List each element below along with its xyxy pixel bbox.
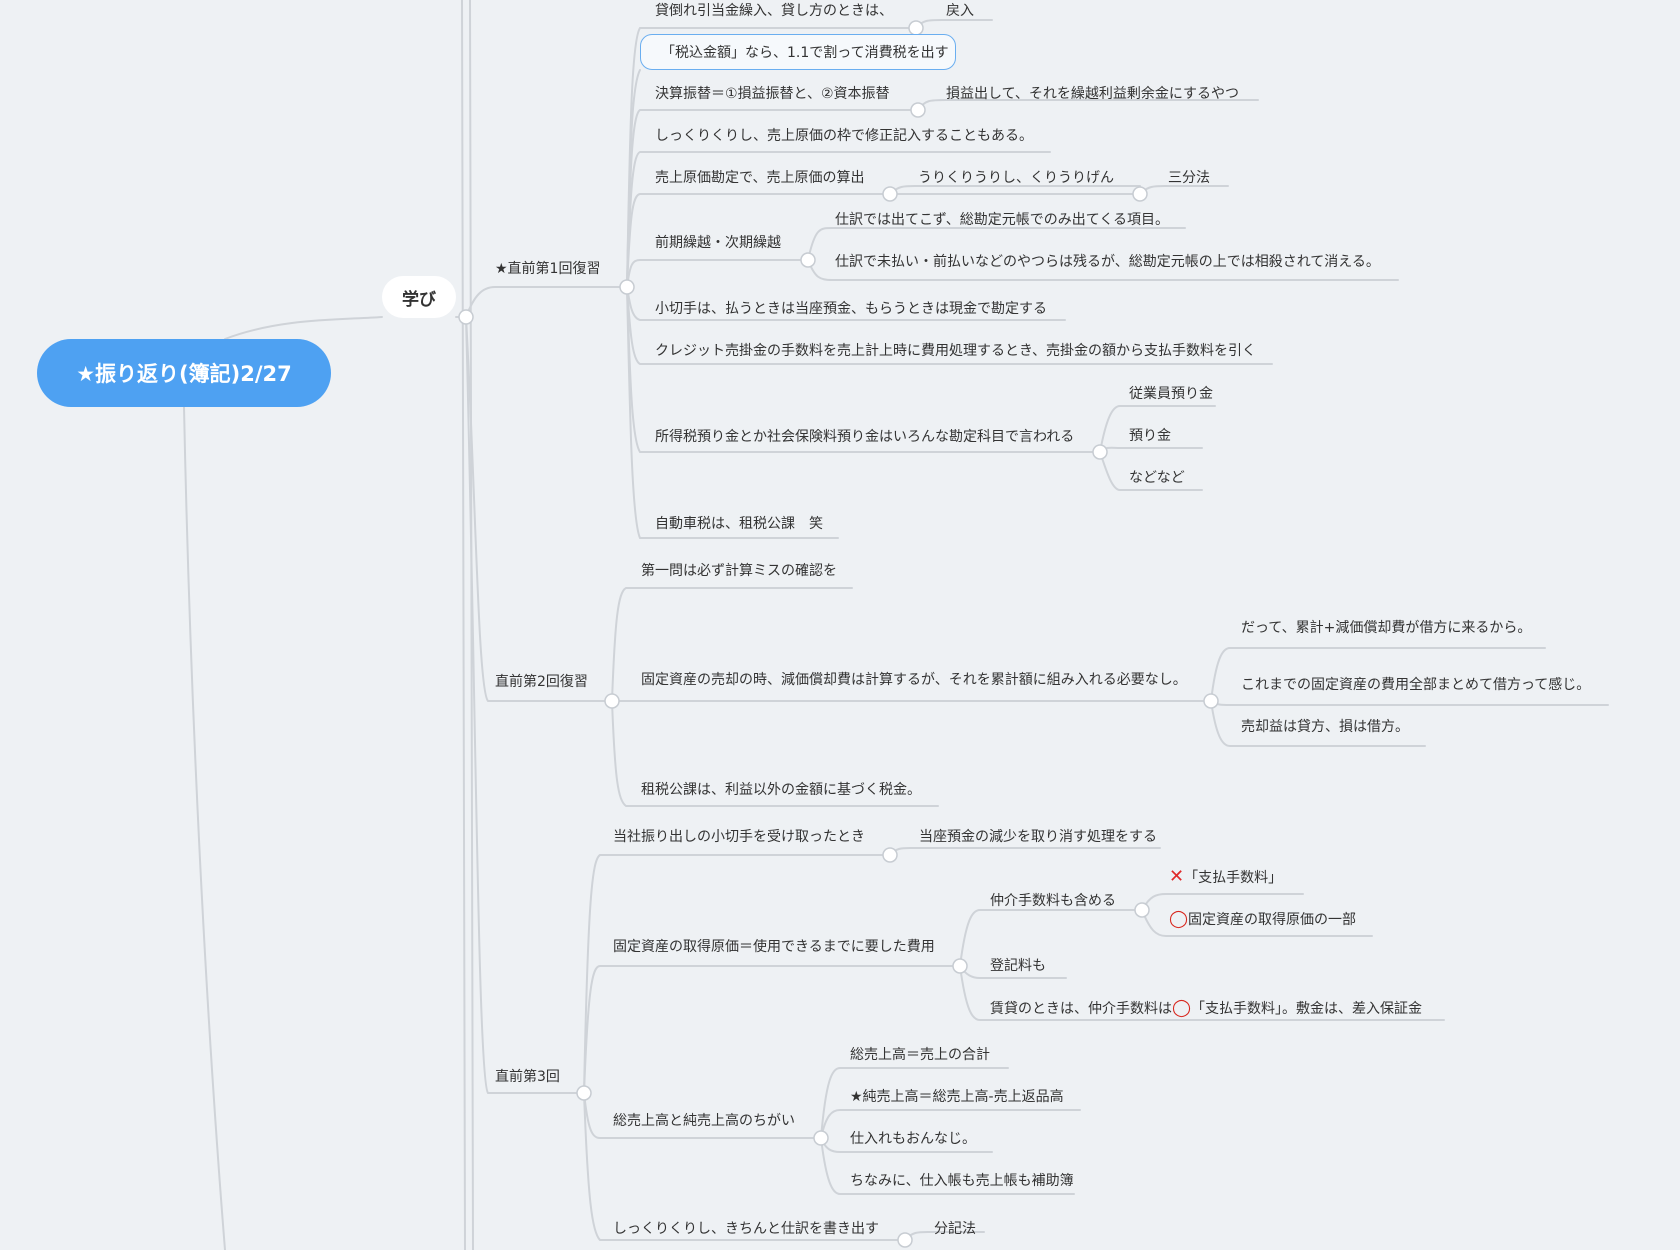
topic-kogitte[interactable]: 小切手は、払うときは当座預金、もらうときは現金で勘定する — [655, 300, 1047, 318]
topic-shiharai-o[interactable]: ◯固定資産の取得原価の一部 — [1169, 910, 1356, 929]
branch-2-topic[interactable]: 直前第2回復習 — [495, 673, 588, 691]
cross-mark-icon: ✕ — [1169, 866, 1185, 887]
root-topic[interactable]: ★振り返り(簿記)2/27 — [37, 339, 331, 407]
topic-kotei-shutoku[interactable]: 固定資産の取得原価＝使用できるまでに要した費用 — [613, 938, 935, 956]
topic-shiharai-x[interactable]: ✕「支払手数料」 — [1169, 868, 1282, 887]
topic-jidousha[interactable]: 自動車税は、租税公課 笑 — [655, 515, 823, 533]
topic-daiichimon[interactable]: 第一問は必ず計算ミスの確認を — [641, 562, 837, 580]
topic-tousha[interactable]: 当社振り出しの小切手を受け取ったとき — [613, 828, 865, 846]
topic-uriage-genka[interactable]: 売上原価勘定で、売上原価の算出 — [655, 169, 864, 187]
topic-shikkuri-1[interactable]: しっくりくりし、売上原価の枠で修正記入することもある。 — [655, 127, 1033, 145]
topic-nadonado[interactable]: などなど — [1129, 469, 1185, 487]
topic-sozei[interactable]: 租税公課は、利益以外の金額に基づく税金。 — [641, 781, 921, 799]
topic-datte[interactable]: だって、累計+減価償却費が借方に来るから。 — [1241, 619, 1531, 637]
topic-sou-jun[interactable]: 総売上高と純売上高のちがい — [613, 1112, 795, 1130]
topic-chintai-label-a: 賃貸のときは、仲介手数料は — [990, 1001, 1172, 1017]
topic-bunki[interactable]: 分記法 — [934, 1220, 976, 1238]
topic-chintai-label-b: 「支払手数料」。敷金は、差入保証金 — [1191, 1001, 1423, 1017]
topic-modoshi[interactable]: 戻入 — [946, 2, 974, 20]
topic-zenki-child-1[interactable]: 仕訳では出てこず、総勘定元帳でのみ出てくる項目。 — [835, 211, 1169, 229]
main-topic-label: 学び — [402, 289, 436, 310]
topic-shiharai-o-label: 固定資産の取得原価の一部 — [1188, 912, 1357, 928]
topic-azukari[interactable]: 預り金 — [1129, 427, 1171, 445]
topic-baikyakueki[interactable]: 売却益は貸方、損は借方。 — [1241, 718, 1409, 736]
topic-zeikomi-label: 「税込金額」なら、1.1で割って消費税を出す — [661, 45, 949, 61]
circle-mark-icon: ◯ — [1172, 998, 1192, 1018]
topic-urikuri[interactable]: うりくりうりし、くりうりげん — [918, 169, 1114, 187]
topic-credit[interactable]: クレジット売掛金の手数料を売上計上時に費用処理するとき、売掛金の額から支払手数料… — [655, 342, 1256, 360]
topic-zenki-child-2[interactable]: 仕訳で未払い・前払いなどのやつらは残るが、総勘定元帳の上では相殺されて消える。 — [835, 253, 1380, 271]
main-topic-manabi[interactable]: 学び — [382, 276, 456, 318]
topic-kessan-furikae[interactable]: 決算振替＝①損益振替と、②資本振替 — [655, 85, 890, 103]
circle-mark-icon: ◯ — [1169, 909, 1189, 929]
topic-chinamini[interactable]: ちなみに、仕入帳も売上帳も補助簿 — [850, 1172, 1074, 1190]
topic-chintai[interactable]: 賃貸のときは、仲介手数料は◯「支払手数料」。敷金は、差入保証金 — [990, 999, 1422, 1018]
topic-touza[interactable]: 当座預金の減少を取り消す処理をする — [919, 828, 1157, 846]
topic-kotei-baikyaku[interactable]: 固定資産の売却の時、減価償却費は計算するが、それを累計額に組み入れる必要なし。 — [641, 671, 1187, 689]
topic-zenki-kurikoshi[interactable]: 前期繰越・次期繰越 — [655, 234, 781, 252]
topic-koremade[interactable]: これまでの固定資産の費用全部まとめて借方って感じ。 — [1241, 676, 1590, 694]
branch-3-topic[interactable]: 直前第3回 — [495, 1068, 560, 1086]
branch-1-topic[interactable]: ★直前第1回復習 — [495, 260, 600, 278]
topic-shiharai-x-label: 「支払手数料」 — [1184, 870, 1283, 886]
topic-sanbun[interactable]: 三分法 — [1168, 169, 1210, 187]
topic-junuriage[interactable]: ★純売上高＝総売上高-売上返品高 — [850, 1088, 1064, 1106]
topic-kashidaore[interactable]: 貸倒れ引当金繰入、貸し方のときは、 — [655, 2, 893, 20]
topic-shikkuri-2[interactable]: しっくりくりし、きちんと仕訳を書き出す — [613, 1220, 879, 1238]
topic-souuriage[interactable]: 総売上高＝売上の合計 — [850, 1046, 990, 1064]
mindmap-canvas[interactable]: ★振り返り(簿記)2/27 学び ★直前第1回復習 直前第2回復習 直前第3回 … — [0, 0, 1680, 1250]
topic-chukai[interactable]: 仲介手数料も含める — [990, 892, 1116, 910]
topic-kessan-child[interactable]: 損益出して、それを繰越利益剰余金にするやつ — [946, 85, 1239, 103]
root-topic-label: ★振り返り(簿記)2/27 — [76, 362, 292, 386]
topic-shiire[interactable]: 仕入れもおんなじ。 — [850, 1130, 976, 1148]
topic-zeikomi-selected[interactable]: 「税込金額」なら、1.1で割って消費税を出す — [640, 34, 956, 70]
topic-touki[interactable]: 登記料も — [990, 957, 1046, 975]
topic-jugyoin[interactable]: 従業員預り金 — [1129, 385, 1213, 403]
topic-shotoku[interactable]: 所得税預り金とか社会保険料預り金はいろんな勘定科目で言われる — [655, 428, 1074, 446]
